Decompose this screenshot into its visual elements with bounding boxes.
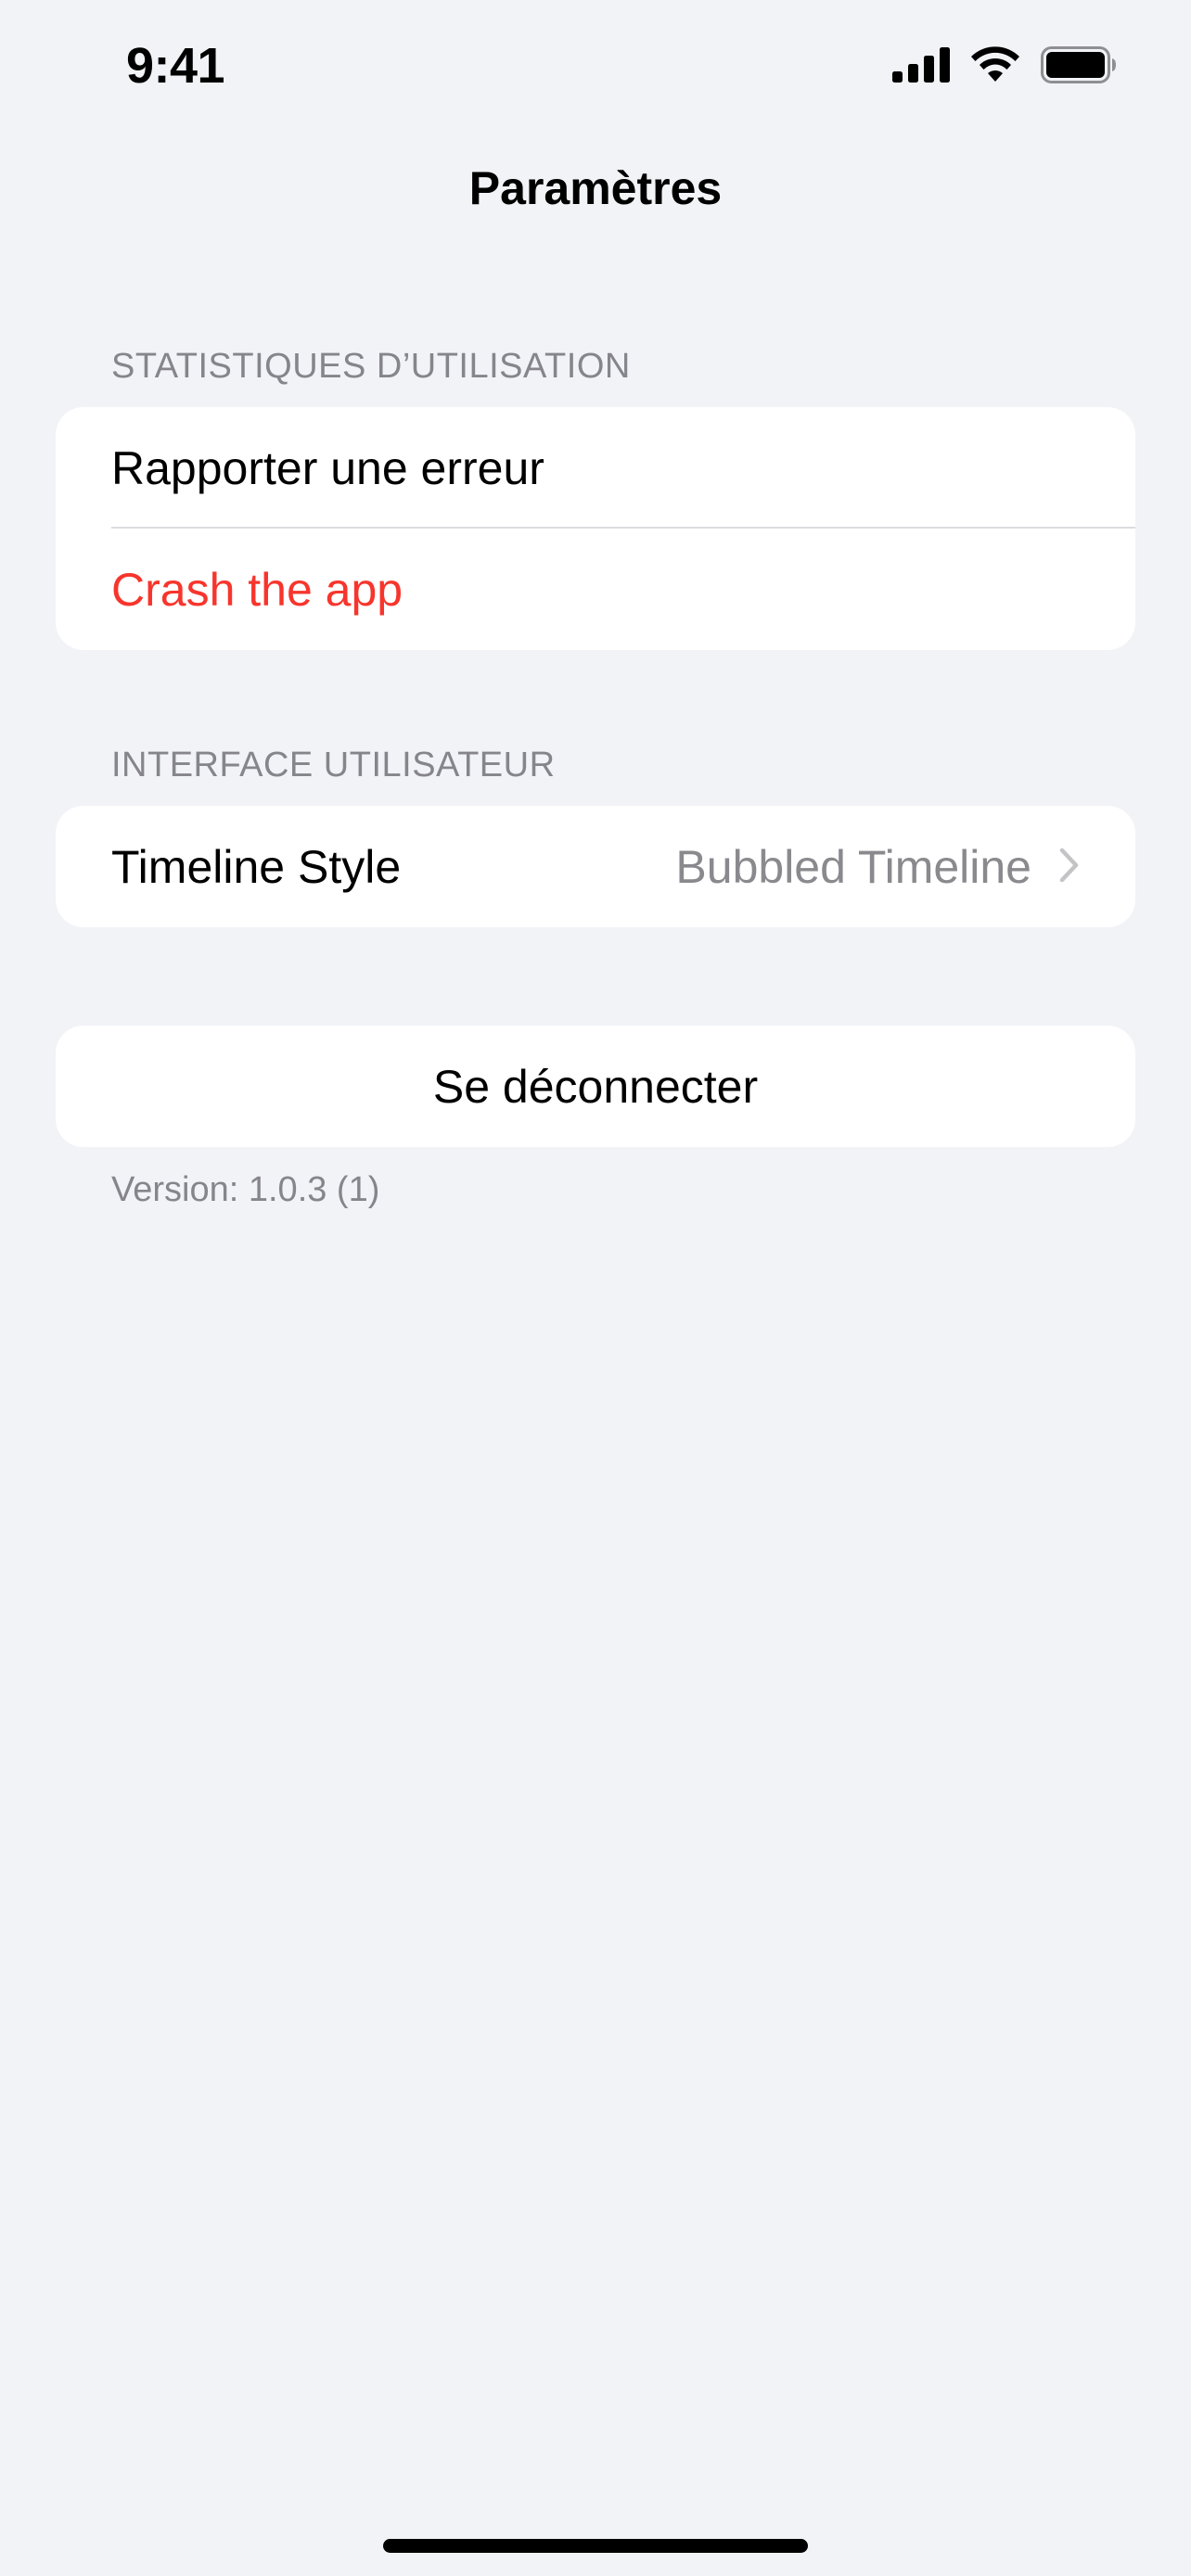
report-error-row[interactable]: Rapporter une erreur [56,407,1135,529]
logout-button[interactable]: Se déconnecter [56,1026,1135,1147]
ui-card: Timeline Style Bubbled Timeline [56,806,1135,927]
crash-app-row[interactable]: Crash the app [56,529,1135,650]
page-title: Paramètres [468,162,723,214]
status-bar: 9:41 [0,0,1191,130]
crash-app-label: Crash the app [111,563,403,616]
section-header-ui: INTERFACE UTILISATEUR [111,746,556,784]
timeline-style-label: Timeline Style [111,840,402,893]
timeline-style-value: Bubbled Timeline [675,840,1031,893]
timeline-style-row[interactable]: Timeline Style Bubbled Timeline [56,806,1135,927]
timeline-style-value-group: Bubbled Timeline [675,840,1080,894]
logout-card: Se déconnecter [56,1026,1135,1147]
usage-card: Rapporter une erreur Crash the app [56,407,1135,650]
home-indicator[interactable] [383,2539,808,2553]
report-error-label: Rapporter une erreur [111,441,544,494]
cellular-signal-icon [892,47,950,87]
battery-icon [1041,46,1117,88]
chevron-right-icon [1059,840,1080,894]
status-icons [892,46,1117,88]
wifi-icon [970,46,1020,88]
version-label: Version: 1.0.3 (1) [111,1170,380,1209]
section-header-usage: STATISTIQUES D’UTILISATION [111,347,631,386]
logout-label: Se déconnecter [432,1060,759,1113]
status-time: 9:41 [126,38,225,94]
